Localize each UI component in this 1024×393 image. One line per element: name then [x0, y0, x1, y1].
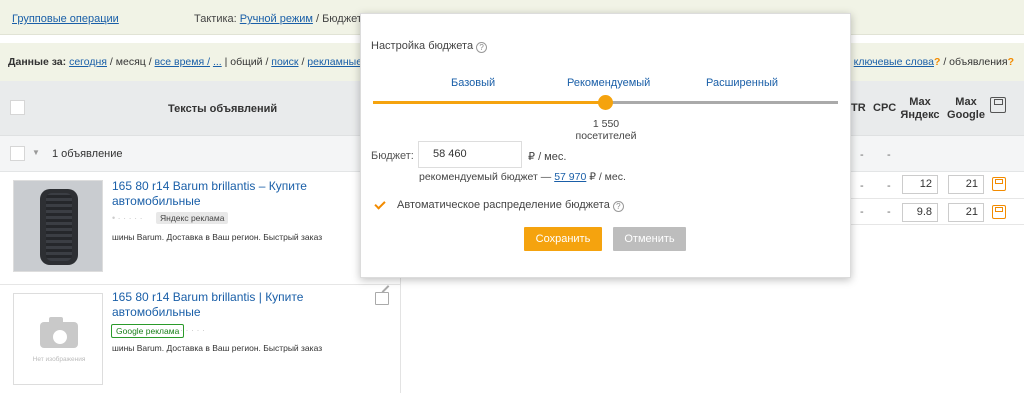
cancel-button[interactable]: Отменить [613, 227, 686, 251]
select-all-checkbox[interactable] [10, 100, 25, 115]
camera-icon [40, 317, 78, 348]
separator: / [148, 56, 152, 68]
group-operations-link[interactable]: Групповые операции [12, 13, 119, 25]
separator: / [265, 56, 269, 68]
save-all-icon[interactable] [990, 97, 1006, 113]
group-label: 1 объявление [52, 148, 123, 160]
save-row-icon[interactable] [992, 205, 1006, 219]
separator: / [943, 56, 947, 68]
budget-label: / Бюджет: [315, 13, 365, 25]
save-row-icon[interactable] [992, 177, 1006, 191]
ad-description: шины Barum. Доставка в Ваш регион. Быстр… [112, 343, 323, 353]
separator: / [109, 56, 113, 68]
ads-help-icon[interactable]: ? [1008, 56, 1014, 68]
budget-slider-fill [373, 101, 606, 104]
separator: | [224, 56, 228, 68]
ad-meta-dots: • · · · · · [112, 213, 143, 223]
level-extended[interactable]: Расширенный [706, 77, 778, 89]
level-basic[interactable]: Базовый [451, 77, 495, 89]
recommended-prefix: рекомендуемый бюджет — [419, 171, 552, 183]
level-recommended[interactable]: Рекомендуемый [567, 77, 650, 89]
view-tabs: ключевые слова? / объявления? [854, 56, 1014, 68]
google-ads-badge: Google реклама [111, 324, 185, 338]
group-ctr-value: - [860, 149, 864, 161]
period-more-link[interactable]: ... [213, 56, 222, 68]
no-image-label: Нет изображения [32, 356, 86, 363]
period-month[interactable]: месяц [116, 56, 146, 68]
type-ads-link[interactable]: рекламные [307, 56, 362, 68]
divider [851, 198, 1024, 199]
ad-meta-dots: · · · · · [180, 325, 205, 335]
max-google-header[interactable]: Max Google [944, 96, 988, 122]
max-yandex-input[interactable]: 12 [902, 175, 938, 194]
budget-settings-popup: Настройка бюджета? Базовый Рекомендуемый… [360, 13, 851, 278]
tire-image [40, 189, 78, 265]
yandex-ads-badge: Яндекс реклама [156, 212, 229, 224]
ad-title-link[interactable]: 165 80 r14 Barum brillantis – Купите авт… [112, 179, 342, 209]
popup-title: Настройка бюджета? [371, 40, 488, 53]
max-google-input[interactable]: 21 [948, 175, 984, 194]
tactic-value-link[interactable]: Ручной режим [240, 13, 313, 25]
recommended-unit: / мес. [598, 171, 626, 183]
keywords-tab-link[interactable]: ключевые слова [854, 56, 934, 68]
period-filters: Данные за: сегодня / месяц / все время /… [8, 56, 362, 68]
recommended-budget-link[interactable]: 57 970 [554, 171, 586, 183]
max-google-input[interactable]: 21 [948, 203, 984, 222]
group-checkbox[interactable] [10, 146, 25, 161]
separator: / [301, 56, 305, 68]
chevron-down-icon[interactable]: ▼ [32, 148, 40, 157]
recommended-budget: рекомендуемый бюджет — 57 970 ₽ / мес. [419, 171, 626, 183]
period-all-time-link[interactable]: все время / [155, 56, 210, 68]
ads-tab[interactable]: объявления [949, 56, 1007, 68]
ad-title-link[interactable]: 165 80 r14 Barum brillantis | Купите авт… [112, 290, 342, 320]
row-ctr-value: - [860, 206, 864, 218]
ctr-header[interactable]: TR [851, 102, 866, 115]
data-for-label: Данные за: [8, 56, 67, 68]
save-button[interactable]: Сохранить [524, 227, 602, 251]
cpc-header[interactable]: CPC [873, 102, 896, 115]
row-ctr-value: - [860, 180, 864, 192]
max-yandex-input[interactable]: 9.8 [902, 203, 938, 222]
keywords-help-icon[interactable]: ? [934, 56, 940, 68]
budget-unit: ₽ / мес. [528, 150, 566, 163]
period-today-link[interactable]: сегодня [69, 56, 107, 68]
type-search-link[interactable]: поиск [271, 56, 298, 68]
row-cpc-value: - [887, 180, 891, 192]
ruble-icon: ₽ [589, 171, 596, 183]
popup-title-text: Настройка бюджета [371, 40, 474, 52]
help-icon[interactable]: ? [612, 201, 624, 212]
ruble-icon: ₽ [528, 151, 535, 163]
divider [851, 224, 1024, 225]
budget-unit-text: / мес. [538, 151, 567, 163]
auto-distribution-text: Автоматическое распределение бюджета [397, 199, 610, 211]
auto-distribution-checkbox[interactable] [373, 198, 387, 212]
auto-distribution-label[interactable]: Автоматическое распределение бюджета? [397, 199, 624, 212]
ad-image-placeholder[interactable]: Нет изображения [13, 293, 103, 385]
tactic-info: Тактика: Ручной режим / Бюджет: [194, 13, 365, 25]
type-total[interactable]: общий [230, 56, 262, 68]
budget-slider-handle[interactable] [598, 95, 613, 110]
ads-texts-header: Тексты объявлений [168, 103, 278, 115]
row-cpc-value: - [887, 206, 891, 218]
help-icon[interactable]: ? [476, 42, 488, 53]
max-yandex-header[interactable]: Max Яндекс [898, 96, 942, 122]
tactic-label: Тактика: [194, 13, 237, 25]
group-cpc-value: - [887, 149, 891, 161]
divider [0, 284, 400, 285]
ad-description: шины Barum. Доставка в Ваш регион. Быстр… [112, 232, 323, 242]
budget-label: Бюджет: [371, 150, 414, 162]
budget-input[interactable]: 58 460 [418, 141, 522, 168]
edit-icon[interactable] [375, 292, 389, 305]
ad-image-tire[interactable] [13, 180, 103, 272]
visitors-estimate: 1 550 посетителей [575, 118, 637, 142]
